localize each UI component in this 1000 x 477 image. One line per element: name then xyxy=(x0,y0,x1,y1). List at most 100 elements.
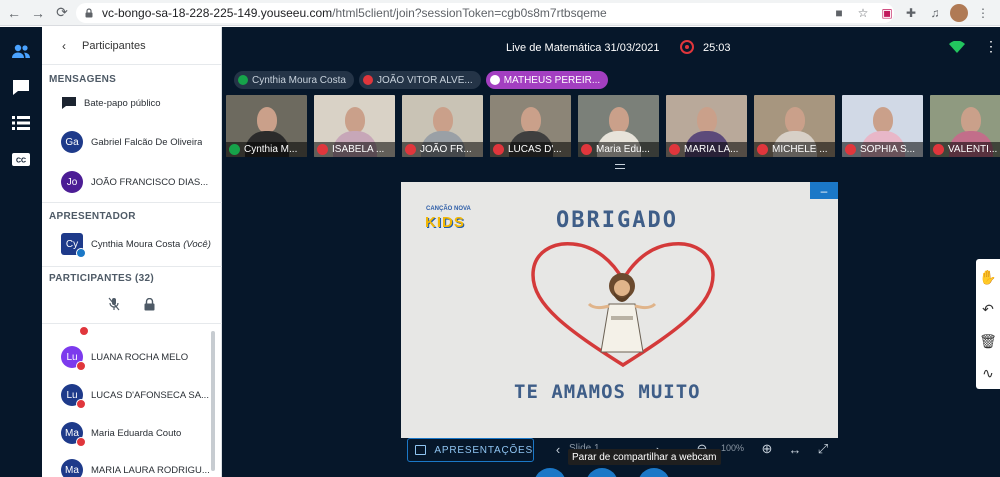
back-arrow-icon[interactable]: ← xyxy=(4,3,24,23)
brand-logo: KIDS xyxy=(425,214,465,231)
tile-name-bar: SOPHIA S... xyxy=(842,142,923,157)
zoom-in-icon[interactable]: ⊕ xyxy=(758,440,776,458)
forward-arrow-icon[interactable]: → xyxy=(28,3,48,23)
participant-item[interactable]: Lu LUCAS D'AFONSECA SA... xyxy=(42,384,222,409)
webcam-tile[interactable]: MARIA LA... xyxy=(666,95,747,157)
participant-item[interactable]: Ma MARIA LAURA RODRIGU... xyxy=(42,459,222,477)
message-item[interactable]: Ga Gabriel Falcão De Oliveira xyxy=(42,131,222,153)
connection-status-icon[interactable] xyxy=(949,41,965,53)
chat-icon[interactable] xyxy=(7,73,35,101)
webcam-tile[interactable]: Cynthia M... xyxy=(226,95,307,157)
resize-handle-icon[interactable] xyxy=(615,164,625,169)
participants-scrollbar[interactable] xyxy=(211,331,215,471)
multi-user-whiteboard-icon[interactable]: ∿ xyxy=(976,359,1000,387)
webcam-tile[interactable]: LUCAS D'... xyxy=(490,95,571,157)
minimize-presentation-button[interactable]: – xyxy=(810,182,838,199)
tile-name-bar: Cynthia M... xyxy=(226,142,307,157)
talker-chip[interactable]: Cynthia Moura Costa xyxy=(234,71,354,89)
presentations-label: APRESENTAÇÕES xyxy=(434,444,533,456)
tile-name: MICHELE ... xyxy=(772,144,828,155)
mic-off-icon xyxy=(79,326,89,336)
music-icon[interactable]: ♫ xyxy=(926,4,944,22)
talker-chip-active[interactable]: MATHEUS PEREIR... xyxy=(485,71,609,89)
person-face xyxy=(432,107,453,133)
mic-off-icon xyxy=(76,437,86,447)
fullscreen-icon[interactable]: ⤢ xyxy=(814,440,832,458)
captions-icon[interactable]: CC xyxy=(7,145,35,173)
webcam-tile[interactable]: JOÃO FR... xyxy=(402,95,483,157)
participant-controls xyxy=(42,297,222,311)
presentations-button[interactable]: APRESENTAÇÕES xyxy=(407,438,534,462)
talker-name: JOÃO VITOR ALVE... xyxy=(376,74,473,86)
webcam-tile[interactable]: ISABELA ... xyxy=(314,95,395,157)
tile-name: ISABELA ... xyxy=(332,144,385,155)
webcam-tile[interactable]: SOPHIA S... xyxy=(842,95,923,157)
mic-off-icon xyxy=(76,361,86,371)
tile-name-bar: VALENTI... xyxy=(930,142,1000,157)
mic-off-icon xyxy=(933,144,944,155)
undo-icon[interactable]: ↶ xyxy=(976,295,1000,323)
mic-off-icon xyxy=(362,75,373,85)
users-icon[interactable] xyxy=(7,37,35,65)
menu-dots-icon[interactable]: ⋮ xyxy=(974,4,992,22)
avatar: Ga xyxy=(61,131,83,153)
avatar: Ma xyxy=(61,459,83,477)
tile-name-bar: ISABELA ... xyxy=(314,142,395,157)
participant-item[interactable]: Lu LUANA ROCHA MELO xyxy=(42,346,222,371)
webcam-tile[interactable]: Maria Edu... xyxy=(578,95,659,157)
lock-icon xyxy=(85,8,93,18)
lock-icon[interactable] xyxy=(144,297,155,311)
chevron-left-icon[interactable]: ‹ xyxy=(62,39,82,53)
message-item[interactable]: Jo JOÃO FRANCISCO DIAS... xyxy=(42,171,222,193)
star-icon[interactable]: ☆ xyxy=(854,4,872,22)
person-face xyxy=(696,107,717,133)
url-path: /html5client/join?sessionToken=cgb0s8m7r… xyxy=(332,6,607,20)
tile-name: Cynthia M... xyxy=(244,144,298,155)
app-rail: CC xyxy=(0,27,42,477)
mic-off-icon xyxy=(757,144,768,155)
person-face xyxy=(608,107,629,133)
tile-name-bar: LUCAS D'... xyxy=(490,142,571,157)
list-icon[interactable] xyxy=(7,109,35,137)
avatar: Cy xyxy=(61,233,86,258)
message-sender: Gabriel Falcão De Oliveira xyxy=(91,136,203,148)
mic-off-icon xyxy=(317,144,328,155)
person-face xyxy=(520,107,541,133)
mic-muted-icon[interactable] xyxy=(108,297,120,311)
public-chat-item[interactable]: Bate-papo público xyxy=(42,97,222,110)
panel-header: ‹ Participantes xyxy=(42,27,221,65)
svg-text:CC: CC xyxy=(16,157,26,164)
extension-badge-icon[interactable]: ▣ xyxy=(878,4,896,22)
puzzle-icon[interactable]: ✚ xyxy=(902,4,920,22)
zoom-level: 100% xyxy=(721,443,745,453)
webcam-button[interactable] xyxy=(638,468,670,477)
address-bar[interactable]: vc-bongo-sa-18-228-225-149.youseeu.com/h… xyxy=(76,3,894,23)
profile-avatar[interactable] xyxy=(950,4,968,22)
mic-off-icon xyxy=(493,144,504,155)
webcam-tile[interactable]: VALENTI... xyxy=(930,95,1000,157)
fit-width-icon[interactable]: ↔ xyxy=(786,440,804,458)
presenter-item[interactable]: Cy Cynthia Moura Costa (Você) xyxy=(42,233,222,258)
chevron-left-icon[interactable]: ‹ xyxy=(549,440,567,458)
webcam-tile[interactable]: MICHELE ... xyxy=(754,95,835,157)
slide-subtitle: TE AMAMOS MUITO xyxy=(514,381,701,403)
meeting-header: Live de Matemática 31/03/2021 25:03 ⋮ xyxy=(222,37,1000,57)
mic-button[interactable] xyxy=(534,468,566,477)
audio-button[interactable] xyxy=(586,468,618,477)
participant-item[interactable]: Ma Maria Eduarda Couto xyxy=(42,422,222,447)
talker-chip[interactable]: JOÃO VITOR ALVE... xyxy=(358,71,481,89)
reload-icon[interactable]: ⟳ xyxy=(52,3,72,23)
divider xyxy=(42,202,222,203)
tile-name: VALENTI... xyxy=(948,144,998,155)
mic-on-icon xyxy=(489,75,500,85)
trash-icon[interactable]: 🗑 xyxy=(976,327,1000,355)
browser-toolbar: ← → ⟳ vc-bongo-sa-18-228-225-149.youseeu… xyxy=(0,0,1000,26)
mic-on-icon xyxy=(238,75,248,85)
record-icon[interactable] xyxy=(680,40,694,54)
hand-tool-icon[interactable]: ✋ xyxy=(976,263,1000,291)
tile-name-bar: MARIA LA... xyxy=(666,142,747,157)
camera-icon[interactable]: ■ xyxy=(830,4,848,22)
options-menu-icon[interactable]: ⋮ xyxy=(984,38,998,54)
message-sender: JOÃO FRANCISCO DIAS... xyxy=(91,176,209,188)
avatar: Jo xyxy=(61,171,83,193)
